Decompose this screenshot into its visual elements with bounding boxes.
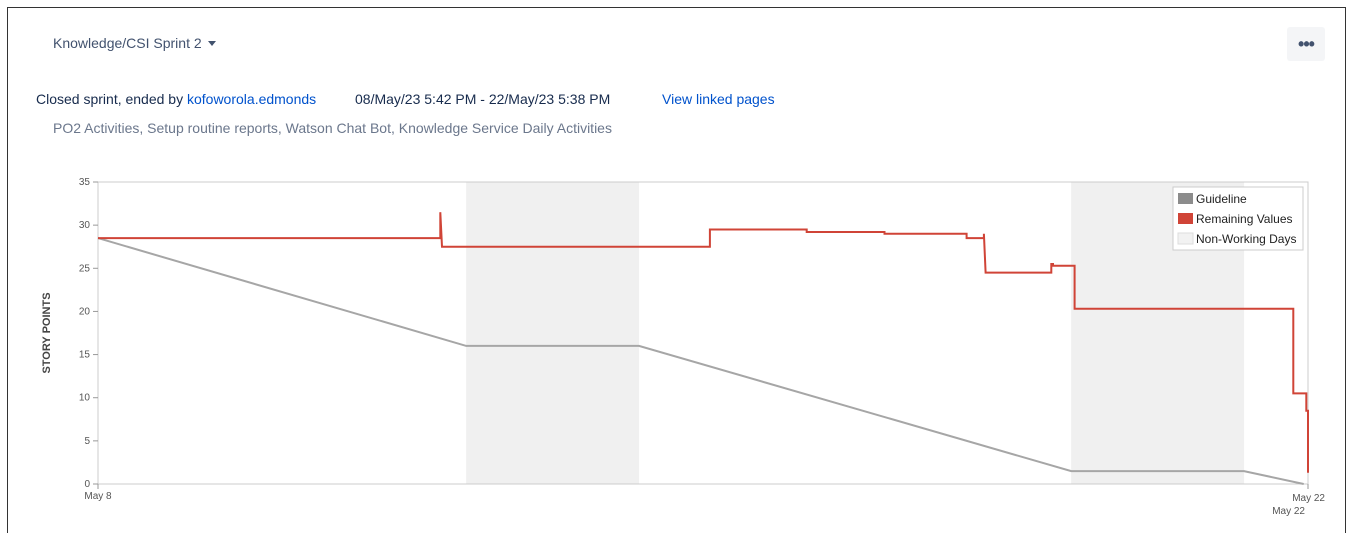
y-tick-label-2: 10 <box>79 393 91 404</box>
legend-swatch-1 <box>1178 213 1193 224</box>
legend-label-2: Non-Working Days <box>1196 232 1296 246</box>
legend-label-0: Guideline <box>1196 192 1247 206</box>
y-tick-label-0: 0 <box>84 479 90 490</box>
legend-swatch-2 <box>1177 232 1194 245</box>
y-tick-label-7: 35 <box>79 177 91 188</box>
x-tick-label-end-secondary: May 22 <box>1272 506 1305 517</box>
y-tick-label-6: 30 <box>79 220 91 231</box>
legend-label-1: Remaining Values <box>1196 212 1293 226</box>
burndown-chart: 0 5 10 15 20 25 30 35 STORY POINTS May 8 May 22 May… <box>41 177 1325 517</box>
x-tick-label-end: May 22 <box>1292 493 1325 504</box>
y-tick-label-3: 15 <box>79 350 91 361</box>
y-tick-label-1: 5 <box>84 436 90 447</box>
x-tick-label-start: May 8 <box>84 491 112 502</box>
y-tick-label-4: 20 <box>79 306 91 317</box>
y-tick-label-5: 25 <box>79 263 91 274</box>
y-axis-label: STORY POINTS <box>41 292 53 373</box>
non-working-band-0 <box>466 182 640 484</box>
legend-swatch-0 <box>1178 193 1193 204</box>
